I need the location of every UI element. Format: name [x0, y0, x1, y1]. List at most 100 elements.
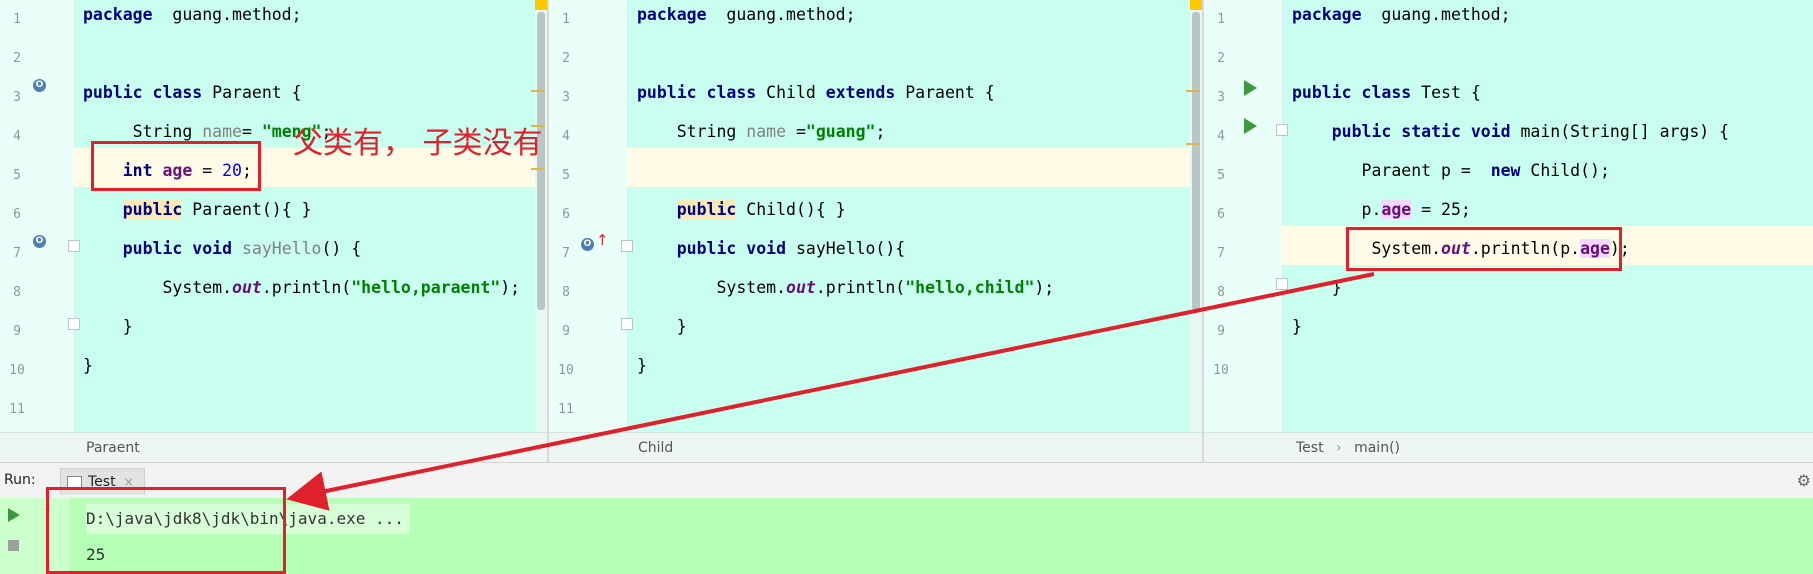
line-number: 2 [1217, 51, 1225, 66]
code-area[interactable]: package guang.method; public class Paraen… [83, 0, 533, 432]
change-marker [1186, 90, 1200, 92]
line-number: 3 [13, 90, 21, 105]
code-token: = [786, 122, 806, 141]
editor-pane-child[interactable]: 1 2 3 4 5 6 7 8 9 10 11 package guang.method; publi… [549, 0, 1202, 462]
code-line[interactable]: public class Paraent { [83, 78, 533, 117]
rerun-icon[interactable] [8, 508, 20, 522]
editor-scrollbar[interactable] [535, 0, 547, 432]
breadcrumb-item[interactable]: Test [1296, 440, 1324, 456]
code-token: extends [825, 83, 896, 102]
code-token: () { [321, 239, 362, 258]
scrollbar-thumb[interactable] [1192, 12, 1200, 310]
code-line[interactable]: } [1292, 312, 1813, 351]
fold-marker-icon[interactable] [68, 318, 80, 330]
line-number: 1 [1217, 12, 1225, 27]
line-number: 4 [1217, 129, 1225, 144]
code-token: String [83, 122, 203, 141]
arrow-up-icon[interactable]: ↑ [596, 231, 609, 249]
override-gutter-icon[interactable]: O [33, 79, 46, 92]
code-line[interactable]: } [1292, 273, 1813, 312]
code-line[interactable]: } [83, 312, 533, 351]
line-number: 6 [13, 207, 21, 222]
code-token: p. [1292, 200, 1382, 219]
code-line[interactable]: public void sayHello() { [83, 234, 533, 273]
line-number: 7 [13, 246, 21, 261]
code-line[interactable]: public static void main(String[] args) { [1292, 117, 1813, 156]
fold-marker-icon[interactable] [68, 240, 80, 252]
code-line[interactable]: } [637, 312, 1188, 351]
line-number: 7 [1217, 246, 1225, 261]
code-line[interactable]: public Child(){ } [637, 195, 1188, 234]
line-number: 10 [1213, 363, 1229, 378]
code-token: "guang" [805, 122, 876, 141]
code-line[interactable]: } [637, 351, 1188, 390]
annotation-text: 父类有， 子类没有 [293, 126, 543, 161]
line-number: 2 [13, 51, 21, 66]
code-line[interactable]: } [83, 351, 533, 390]
editor-scrollbar[interactable] [1190, 0, 1202, 432]
code-line[interactable] [637, 156, 1188, 195]
change-marker [531, 90, 545, 92]
code-token: ); [500, 278, 521, 297]
run-gutter-icon[interactable] [1244, 80, 1257, 96]
code-line[interactable]: public void sayHello(){ [637, 234, 1188, 273]
code-token: ); [1034, 278, 1055, 297]
line-gutter: 1 2 3 4 5 6 7 8 9 10 [1204, 0, 1283, 432]
code-token: } [1292, 317, 1302, 336]
line-number: 5 [13, 168, 21, 183]
code-token: = [241, 122, 262, 141]
code-token: .println( [261, 278, 352, 297]
line-number: 1 [13, 12, 21, 27]
fold-marker-icon[interactable] [1276, 124, 1288, 136]
code-token: String [637, 122, 747, 141]
code-area[interactable]: package guang.method; public class Test {… [1292, 0, 1813, 432]
line-number: 6 [562, 207, 570, 222]
code-line[interactable]: public class Test { [1292, 78, 1813, 117]
code-line[interactable] [1292, 351, 1813, 390]
code-line[interactable]: String name ="guang"; [637, 117, 1188, 156]
breadcrumb-item[interactable]: Child [638, 440, 673, 456]
line-number: 11 [9, 402, 25, 417]
code-token: guang.method; [706, 5, 856, 24]
code-line[interactable] [83, 39, 533, 78]
code-line[interactable]: System.out.println("hello,paraent"); [83, 273, 533, 312]
code-line[interactable]: public class Child extends Paraent { [637, 78, 1188, 117]
line-number: 3 [1217, 90, 1225, 105]
code-line[interactable] [83, 390, 533, 429]
code-token: name [746, 122, 787, 141]
run-gutter-icon[interactable] [1244, 118, 1257, 134]
code-token: public class [83, 83, 203, 102]
breadcrumb-bar: Child [549, 432, 1202, 462]
editor-pane-paraent[interactable]: 1 2 3 4 5 6 7 8 9 10 11 package guang.method; publi… [0, 0, 547, 462]
code-token: public void [676, 239, 787, 258]
code-token: System. [637, 278, 787, 297]
code-line[interactable] [637, 390, 1188, 429]
override-gutter-icon[interactable]: O [33, 235, 46, 248]
breadcrumb-item[interactable]: Paraent [86, 440, 140, 456]
code-token: Child(); [1520, 161, 1610, 180]
code-line[interactable] [637, 39, 1188, 78]
code-token: public class [637, 83, 757, 102]
code-line[interactable]: System.out.println("hello,child"); [637, 273, 1188, 312]
stop-icon[interactable] [8, 540, 19, 551]
code-token: age [1381, 200, 1412, 219]
fold-marker-icon[interactable] [621, 318, 633, 330]
code-line[interactable]: package guang.method; [637, 0, 1188, 39]
code-token: public void [122, 239, 233, 258]
code-line[interactable]: package guang.method; [1292, 0, 1813, 39]
line-number: 6 [1217, 207, 1225, 222]
breadcrumb-item[interactable]: main() [1354, 440, 1400, 456]
code-area[interactable]: package guang.method; public class Child … [637, 0, 1188, 432]
breadcrumb-bar: Paraent [0, 432, 547, 462]
gear-icon[interactable]: ⚙ [1797, 471, 1811, 490]
code-line[interactable]: package guang.method; [83, 0, 533, 39]
fold-marker-icon[interactable] [1276, 278, 1288, 290]
code-line[interactable] [1292, 39, 1813, 78]
overrides-gutter-icon[interactable]: O [581, 238, 594, 251]
code-line[interactable]: public Paraent(){ } [83, 195, 533, 234]
line-number: 9 [562, 324, 570, 339]
code-line[interactable]: Paraent p = new Child(); [1292, 156, 1813, 195]
fold-marker-icon[interactable] [621, 240, 633, 252]
code-token: } [83, 356, 93, 375]
